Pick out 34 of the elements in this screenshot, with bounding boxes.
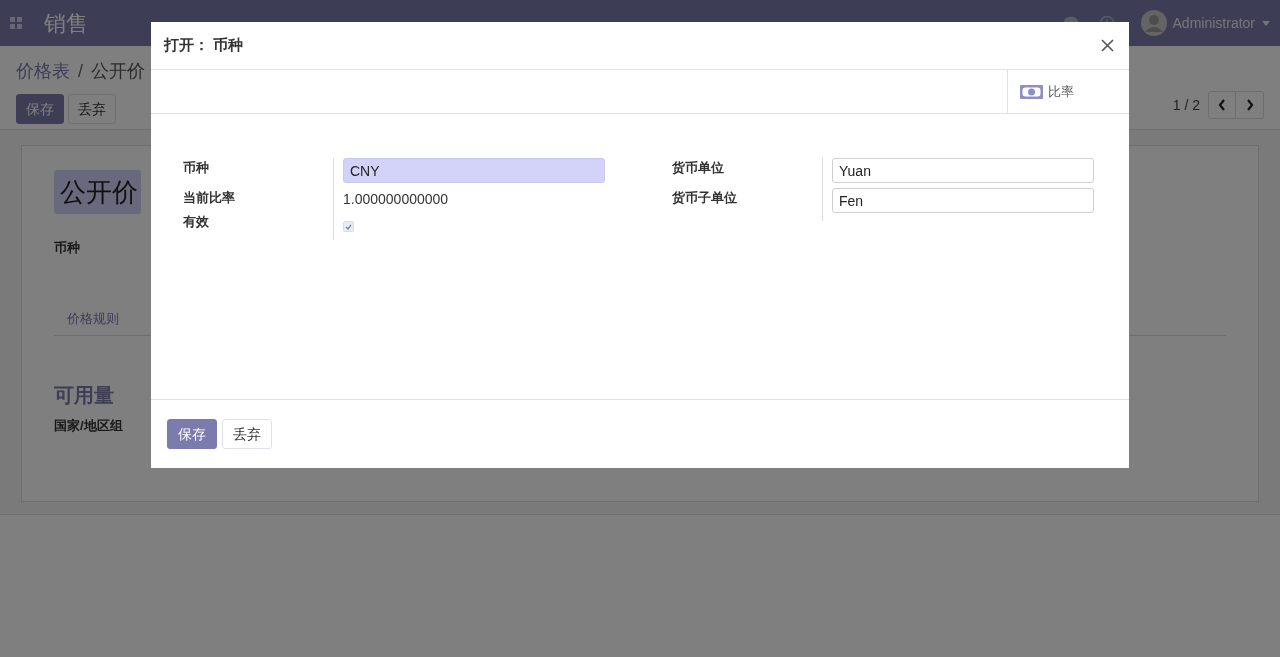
chevron-left-icon (1218, 99, 1226, 111)
save-button[interactable]: 保存 (167, 419, 217, 449)
field-label: 币种 (54, 239, 80, 257)
app-name: 销售 (44, 9, 88, 38)
caret-icon (1262, 20, 1270, 26)
save-button[interactable]: 保存 (16, 94, 64, 124)
checkbox[interactable] (343, 221, 354, 232)
title-field[interactable]: 公开价 (54, 170, 141, 214)
field-label: 币种 (183, 159, 210, 177)
rates-smart-button[interactable]: 比率 (1007, 70, 1129, 113)
field-label: 国家/地区组 (54, 416, 123, 435)
breadcrumb-separator: / (78, 60, 83, 83)
discard-button[interactable]: 丢弃 (68, 94, 116, 124)
field-label: 当前比率 (183, 189, 236, 207)
field-value: 1.000000000000 (343, 190, 449, 209)
chevron-right-icon (1245, 99, 1254, 111)
previous-button[interactable] (1208, 91, 1236, 119)
pager-text: 1 / 2 (1172, 96, 1200, 115)
check-icon (345, 223, 352, 230)
dialog-title: 打开： 币种 (164, 35, 244, 56)
input-field[interactable]: CNY (343, 158, 605, 183)
discard-button[interactable]: 丢弃 (222, 419, 272, 449)
banknote-icon (1020, 84, 1043, 99)
field-label: 有效 (183, 213, 210, 231)
section-title: 可用量 (54, 382, 114, 408)
breadcrumb-item[interactable]: 价格表 (16, 58, 70, 85)
input-field[interactable]: Yuan (832, 158, 1094, 183)
field-label: 货币单位 (672, 159, 725, 177)
tab[interactable]: 价格规则 (54, 301, 132, 335)
next-button[interactable] (1236, 91, 1264, 119)
breadcrumb-item: 公开价 (91, 60, 145, 83)
input-field[interactable]: Fen (832, 188, 1094, 213)
field-label: 货币子单位 (672, 189, 738, 207)
close-icon[interactable] (1101, 39, 1114, 52)
